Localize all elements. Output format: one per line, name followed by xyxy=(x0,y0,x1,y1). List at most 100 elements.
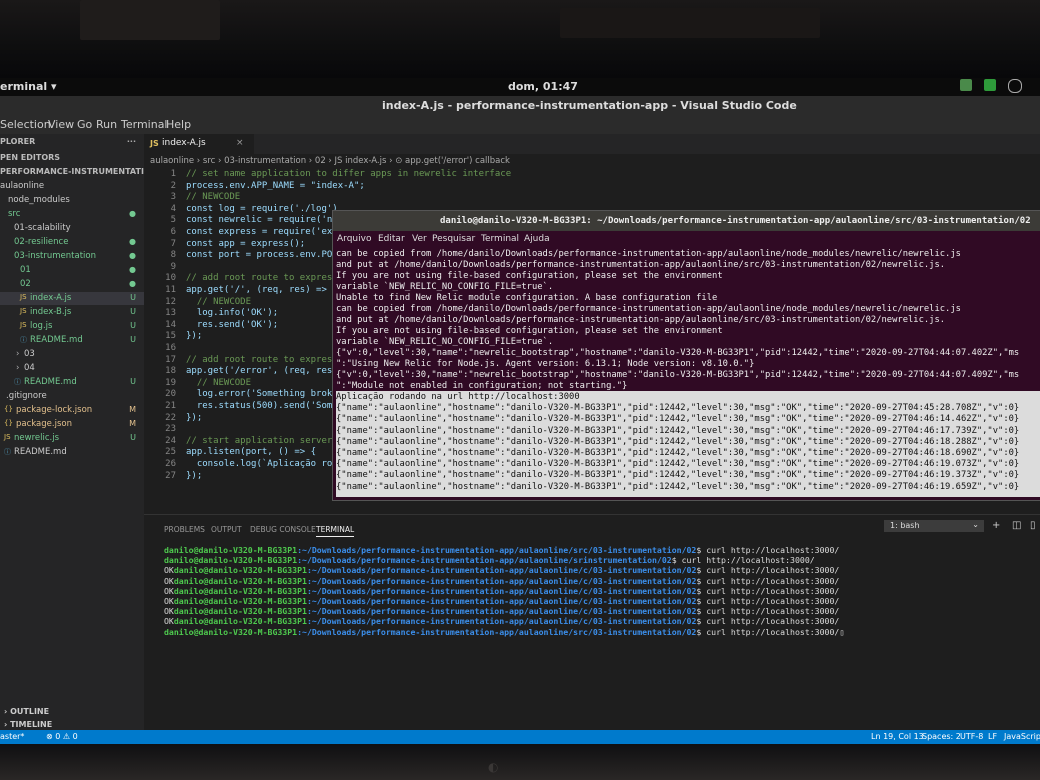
tree-item-03-instrumentation[interactable]: 03-instrumentation ● xyxy=(0,250,144,263)
menu-go[interactable]: Go xyxy=(77,118,92,131)
clock[interactable]: dom, 01:47 xyxy=(508,80,578,93)
tree-label: 03 xyxy=(24,349,35,359)
open-editors-header[interactable]: PEN EDITORS xyxy=(0,152,144,165)
timeline-section[interactable]: › TIMELINE xyxy=(4,720,52,729)
tab-index-a[interactable]: JS index-A.js × xyxy=(144,134,254,154)
terminal-shell-select[interactable]: 1: bash ⌄ xyxy=(884,520,984,532)
code-line[interactable]: 1 // set name application to differ apps … xyxy=(144,169,1040,181)
tree-item-01-scalability[interactable]: 01-scalability xyxy=(0,222,144,235)
monitor-screen: erminal ▾ dom, 01:47 index-A.js - perfor… xyxy=(0,78,1040,744)
tree-item-package-lock[interactable]: {} package-lock.json M xyxy=(0,404,144,417)
tab-debug-console[interactable]: DEBUG CONSOLE xyxy=(250,525,316,534)
tree-item-03[interactable]: › 03 xyxy=(0,348,144,361)
chevron-down-icon: ⌄ xyxy=(972,520,979,529)
gterm-line: and put at /home/danilo/Downloads/perfor… xyxy=(336,260,946,270)
gterm-line: variable `NEW_RELIC_NO_CONFIG_FILE=true`… xyxy=(336,337,554,347)
gterm-titlebar[interactable]: danilo@danilo-V320-M-BG33P1: ~/Downloads… xyxy=(333,211,1040,231)
tab-problems[interactable]: PROBLEMS xyxy=(164,525,205,534)
line-number: 6 xyxy=(170,227,176,237)
code-line[interactable]: 3 // NEWCODE xyxy=(144,192,1040,204)
git-branch[interactable]: aster* xyxy=(0,732,24,741)
trash-icon[interactable]: ▯ xyxy=(1030,520,1036,531)
tree-item-index-a[interactable]: JS index-A.js U xyxy=(0,292,144,305)
line-number: 22 xyxy=(165,412,176,423)
project-header[interactable]: PERFORMANCE-INSTRUMENTATION-APP xyxy=(0,166,179,179)
code-line[interactable]: 2 process.env.APP_NAME = "index-A"; xyxy=(144,181,1040,193)
gterm-menu-editar[interactable]: Editar xyxy=(378,234,405,244)
tree-item-gitignore[interactable]: .gitignore xyxy=(0,390,144,403)
language-mode[interactable]: JavaScript xyxy=(1004,732,1040,741)
command-output: OK xyxy=(164,606,174,617)
tree-item-02[interactable]: 02 ● xyxy=(0,278,144,291)
menu-run[interactable]: Run xyxy=(96,118,117,131)
command: $ curl http://localhost:3000/ xyxy=(696,575,840,586)
tree-item-04[interactable]: › 04 xyxy=(0,362,144,375)
shield-icon[interactable] xyxy=(960,79,972,91)
tree-item-log-js[interactable]: JS log.js U xyxy=(0,320,144,333)
gnome-terminal-window[interactable]: danilo@danilo-V320-M-BG33P1: ~/Downloads… xyxy=(332,210,1040,501)
menu-selection[interactable]: Selection xyxy=(0,118,51,131)
tree-item-01[interactable]: 01 ● xyxy=(0,264,144,277)
eol[interactable]: LF xyxy=(988,732,997,741)
git-status-badge: U xyxy=(130,293,136,302)
line-number: 10 xyxy=(165,273,176,284)
code-text: // set name application to differ apps i… xyxy=(186,169,512,179)
tree-item-aulaonline[interactable]: aulaonline xyxy=(0,180,144,193)
gterm-selected-line: {"name":"aulaonline","hostname":"danilo-… xyxy=(336,403,1020,414)
gterm-selected-line: {"name":"aulaonline","hostname":"danilo-… xyxy=(336,425,1020,436)
problems-count[interactable]: ⊗ 0 ⚠ 0 xyxy=(46,732,78,741)
gterm-menu-ajuda[interactable]: Ajuda xyxy=(524,234,550,244)
network-icon[interactable] xyxy=(1008,79,1022,93)
line-number: 3 xyxy=(170,192,176,203)
gterm-menu-terminal[interactable]: Terminal xyxy=(481,234,519,244)
window-title: index-A.js - performance-instrumentation… xyxy=(382,99,797,112)
code-text: const app = express(); xyxy=(186,238,306,249)
cursor-position[interactable]: Ln 19, Col 13 xyxy=(871,732,924,741)
tree-item-readme-02[interactable]: ⓘ README.md U xyxy=(0,334,144,347)
monitor-bezel: ◐ xyxy=(0,744,1040,780)
active-app-menu[interactable]: erminal ▾ xyxy=(0,80,57,93)
more-actions-icon[interactable]: ··· xyxy=(127,137,136,146)
add-terminal-icon[interactable]: + xyxy=(992,520,1000,531)
breadcrumb[interactable]: aulaonline › src › 03-instrumentation › … xyxy=(150,156,510,166)
gterm-menu-arquivo[interactable]: Arquivo xyxy=(337,234,371,244)
outline-section[interactable]: › OUTLINE xyxy=(4,707,49,716)
tree-item-newrelic-js[interactable]: JS newrelic.js U xyxy=(0,432,144,445)
close-icon[interactable]: × xyxy=(236,138,244,148)
gterm-selected-line: {"name":"aulaonline","hostname":"danilo-… xyxy=(336,481,1020,492)
tree-item-src[interactable]: src ● xyxy=(0,208,144,221)
gterm-menu-pesquisar[interactable]: Pesquisar xyxy=(432,234,475,244)
encoding[interactable]: UTF-8 xyxy=(960,732,983,741)
code-text: console.log(`Aplicação ro xyxy=(186,459,333,469)
line-number: 23 xyxy=(165,424,176,435)
menu-view[interactable]: View xyxy=(48,118,74,131)
menu-terminal[interactable]: Terminal xyxy=(121,118,168,131)
tree-item-package-json[interactable]: {} package.json M xyxy=(0,418,144,431)
code-text: res.status(500).send('Som xyxy=(186,401,333,411)
gterm-menubar: Arquivo Editar Ver Pesquisar Terminal Aj… xyxy=(333,231,1040,247)
modified-dot-icon: ● xyxy=(129,279,136,288)
menu-help[interactable]: Help xyxy=(166,118,191,131)
tree-item-02-resilience[interactable]: 02-resilience ● xyxy=(0,236,144,249)
gterm-menu-ver[interactable]: Ver xyxy=(412,234,427,244)
explorer-title: PLORER xyxy=(0,137,36,146)
code-text: }); xyxy=(186,331,203,342)
terminal-line: OKdanilo@danilo-V320-M-BG33P1:~/Download… xyxy=(164,565,839,575)
tree-item-index-b[interactable]: JS index-B.js U xyxy=(0,306,144,319)
tab-terminal[interactable]: TERMINAL xyxy=(316,525,355,537)
line-number: 12 xyxy=(165,296,176,307)
tree-item-node-modules[interactable]: node_modules xyxy=(0,194,144,207)
line-number: 17 xyxy=(165,354,176,365)
tree-label: node_modules xyxy=(8,195,70,205)
tree-item-readme-root[interactable]: ⓘ README.md xyxy=(0,446,144,459)
tree-item-readme-src[interactable]: ⓘ README.md U xyxy=(0,376,144,389)
indentation[interactable]: Spaces: 2 xyxy=(922,732,961,741)
tab-output[interactable]: OUTPUT xyxy=(211,525,242,534)
split-terminal-icon[interactable]: ◫ xyxy=(1012,520,1021,531)
gterm-title: danilo@danilo-V320-M-BG33P1: ~/Downloads… xyxy=(440,216,1031,226)
line-number: 24 xyxy=(165,435,176,446)
gterm-line: If you are not using file-based configur… xyxy=(336,271,723,281)
git-status-badge: U xyxy=(130,321,136,330)
line-number: 4 xyxy=(170,203,176,214)
check-icon[interactable] xyxy=(984,79,996,91)
